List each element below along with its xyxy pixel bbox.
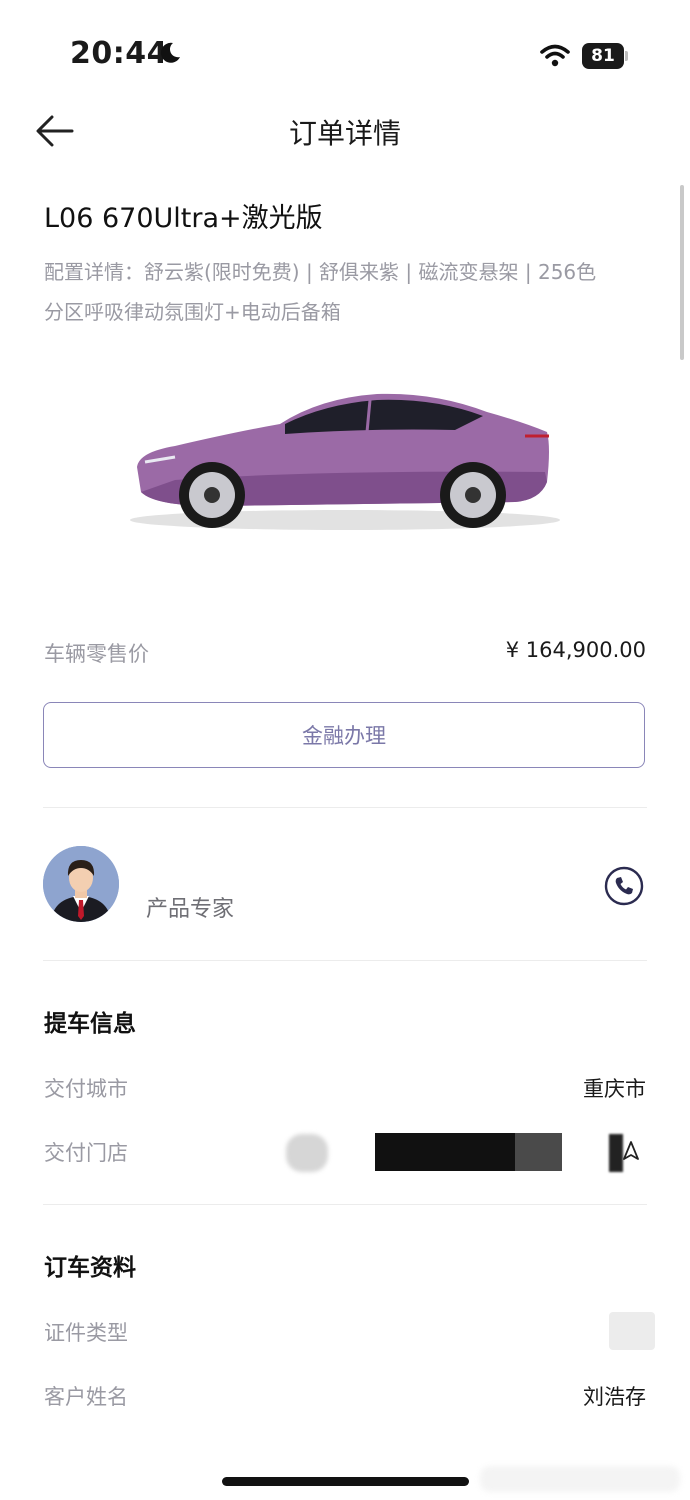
retail-price-label: 车辆零售价 — [44, 642, 149, 666]
retail-price-value: ¥ 164,900.00 — [505, 638, 646, 662]
navigation-icon[interactable] — [622, 1141, 640, 1161]
customer-name-value: 刘浩存 — [583, 1385, 646, 1409]
home-indicator[interactable] — [222, 1477, 469, 1486]
watermark — [480, 1466, 680, 1492]
divider — [43, 807, 647, 808]
redacted-block — [609, 1134, 623, 1172]
vehicle-config: 配置详情：舒云紫(限时免费) | 舒俱来紫 | 磁流变悬架 | 256色 分区呼… — [44, 252, 654, 332]
product-expert-label: 产品专家 — [146, 897, 235, 922]
delivery-city-label: 交付城市 — [44, 1077, 128, 1101]
delivery-store-label: 交付门店 — [44, 1141, 128, 1165]
avatar[interactable] — [43, 846, 119, 922]
redacted-block — [375, 1133, 515, 1171]
vehicle-image — [130, 393, 560, 530]
config-line-2: 分区呼吸律动氛围灯+电动后备箱 — [44, 300, 341, 324]
delivery-city-value: 重庆市 — [583, 1077, 646, 1101]
status-time: 20:44 — [70, 36, 168, 71]
battery-level: 81 — [591, 46, 615, 66]
customer-name-label: 客户姓名 — [44, 1385, 128, 1409]
wifi-icon — [540, 44, 570, 67]
redacted-block — [515, 1133, 562, 1171]
divider — [43, 1204, 647, 1205]
finance-button[interactable]: 金融办理 — [43, 702, 645, 768]
vehicle-name: L06 670Ultra+激光版 — [44, 203, 323, 234]
id-type-label: 证件类型 — [44, 1321, 128, 1345]
divider — [43, 960, 647, 961]
redacted-block — [286, 1134, 328, 1172]
person-icon — [43, 846, 119, 922]
pickup-info-title: 提车信息 — [44, 1011, 136, 1037]
moon-icon — [160, 42, 180, 63]
config-line-1: 配置详情：舒云紫(限时免费) | 舒俱来紫 | 磁流变悬架 | 256色 — [44, 260, 597, 284]
battery-indicator: 81 — [582, 43, 628, 69]
redacted-block — [609, 1312, 655, 1350]
phone-icon[interactable] — [604, 866, 644, 906]
booking-info-title: 订车资料 — [44, 1255, 136, 1281]
page-title: 订单详情 — [288, 117, 401, 150]
scrollbar[interactable] — [680, 185, 684, 360]
